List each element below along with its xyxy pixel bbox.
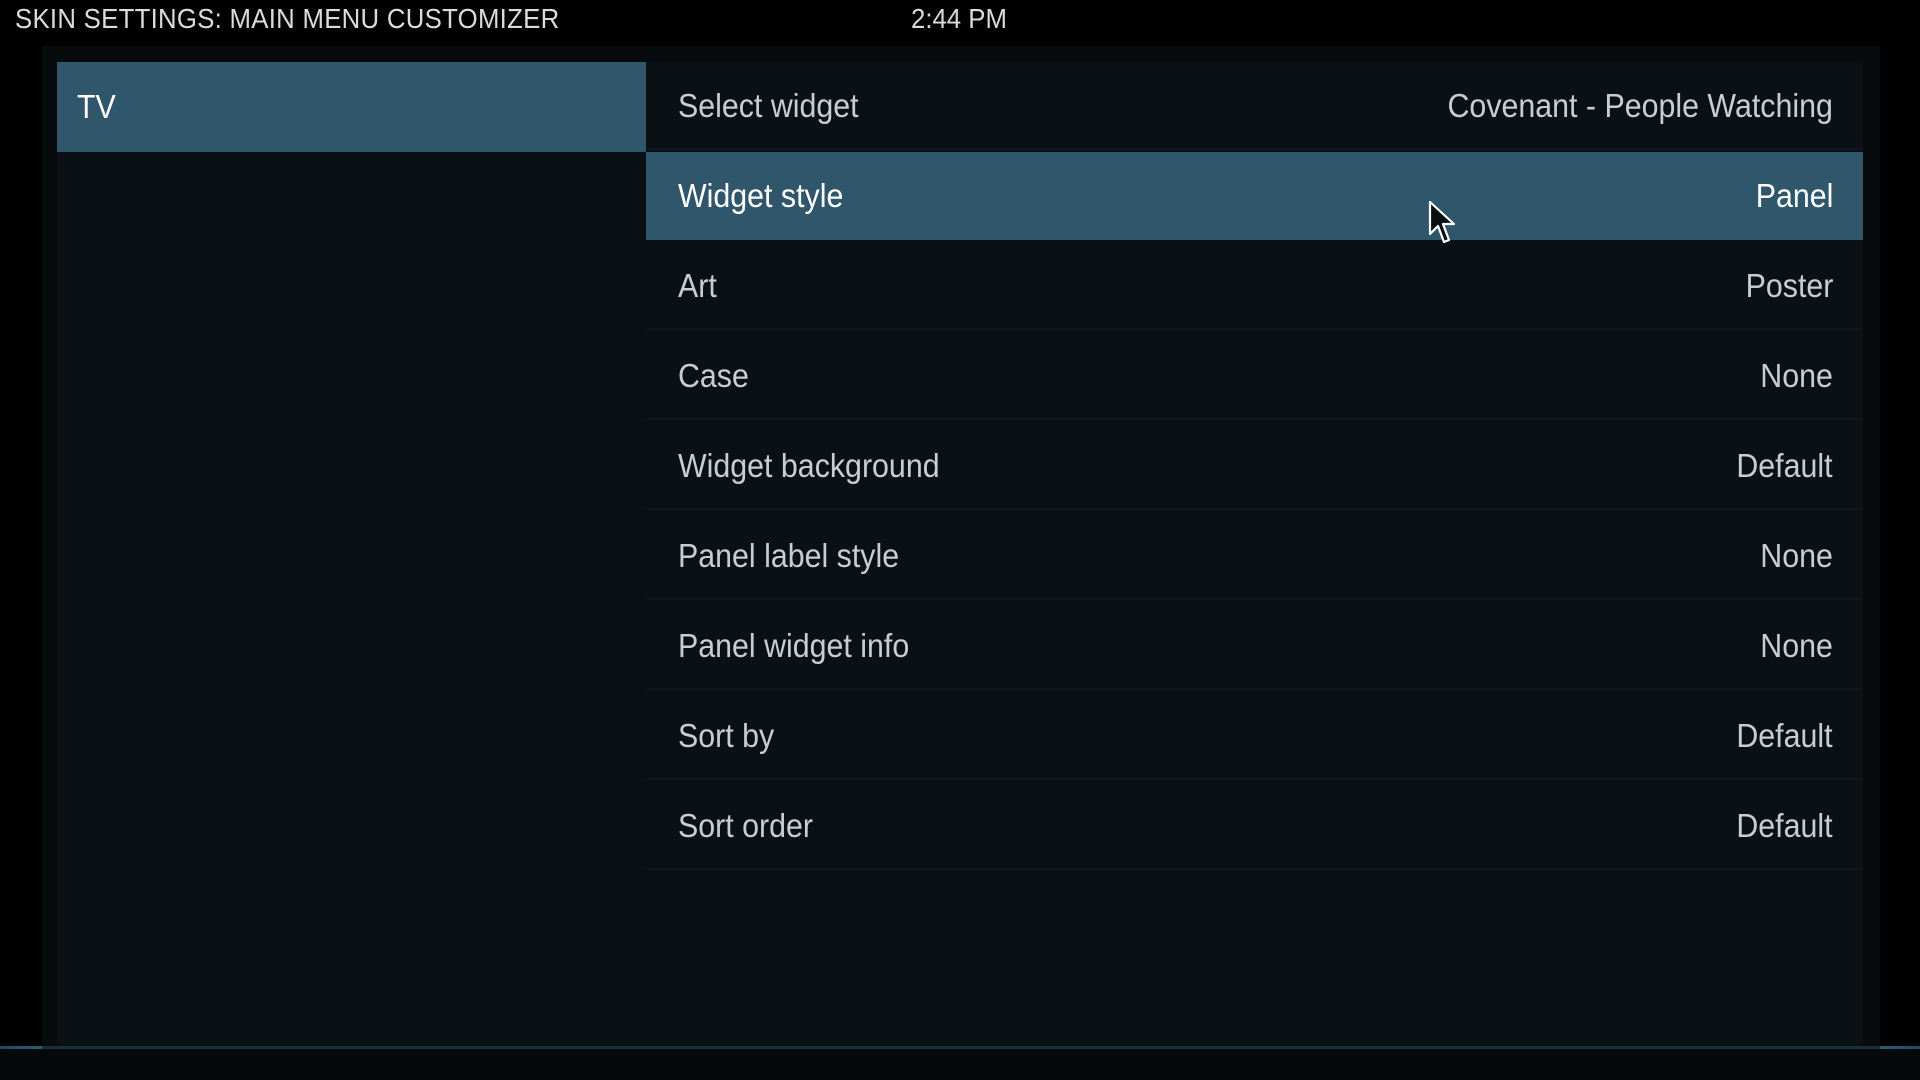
footer-accent-line (0, 1046, 42, 1049)
setting-row-art[interactable]: Art Poster (646, 242, 1863, 330)
footer-accent-line (1880, 1046, 1920, 1049)
clock: 2:44 PM (911, 3, 1007, 34)
setting-value: Default (1736, 807, 1833, 844)
setting-label: Widget style (678, 177, 844, 214)
setting-row-sort-by[interactable]: Sort by Default (646, 692, 1863, 780)
main-menu-list (57, 62, 646, 1047)
footer-divider (42, 1046, 1880, 1049)
header-title: SKIN SETTINGS: MAIN MENU CUSTOMIZER (15, 3, 560, 34)
menu-item-tv[interactable]: TV (57, 62, 646, 152)
setting-row-panel-label-style[interactable]: Panel label style None (646, 512, 1863, 600)
setting-row-sort-order[interactable]: Sort order Default (646, 782, 1863, 870)
setting-label: Case (678, 357, 749, 394)
setting-value: Panel (1755, 177, 1833, 214)
setting-label: Panel label style (678, 537, 900, 574)
footer-bar (0, 1046, 1920, 1080)
setting-row-widget-style[interactable]: Widget style Panel (646, 152, 1863, 240)
setting-row-widget-background[interactable]: Widget background Default (646, 422, 1863, 510)
setting-value: None (1760, 357, 1833, 394)
setting-value: Default (1736, 717, 1833, 754)
setting-value: Covenant - People Watching (1447, 87, 1833, 124)
setting-value: None (1760, 627, 1833, 664)
mouse-pointer-icon (1428, 200, 1456, 244)
setting-value: Poster (1745, 267, 1833, 304)
setting-row-select-widget[interactable]: Select widget Covenant - People Watching (646, 62, 1863, 150)
setting-label: Select widget (678, 87, 859, 124)
setting-row-case[interactable]: Case None (646, 332, 1863, 420)
setting-label: Sort by (678, 717, 775, 754)
menu-item-label: TV (77, 88, 116, 125)
setting-label: Widget background (678, 447, 940, 484)
setting-label: Art (678, 267, 717, 304)
setting-row-panel-widget-info[interactable]: Panel widget info None (646, 602, 1863, 690)
setting-label: Panel widget info (678, 627, 910, 664)
setting-value: None (1760, 537, 1833, 574)
setting-value: Default (1736, 447, 1833, 484)
setting-label: Sort order (678, 807, 813, 844)
